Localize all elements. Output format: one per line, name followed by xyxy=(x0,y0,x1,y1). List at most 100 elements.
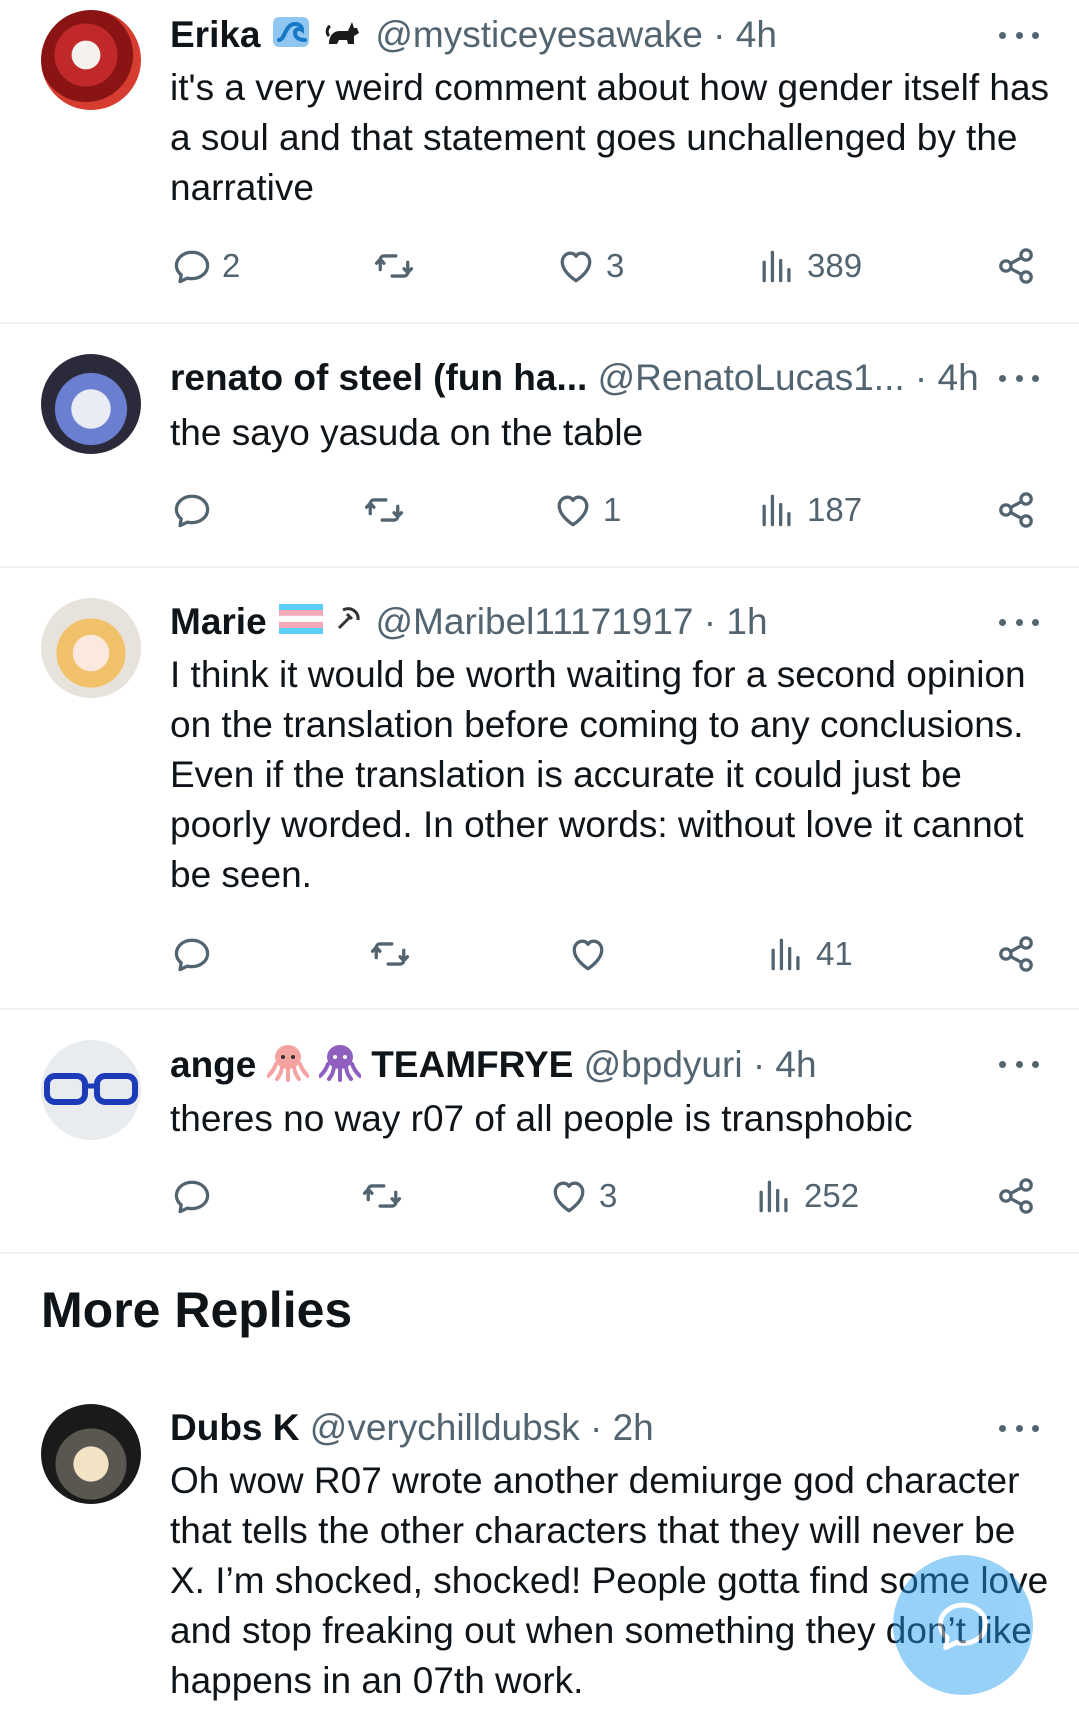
reply-text: the sayo yasuda on the table xyxy=(170,412,644,453)
retweet-icon xyxy=(362,488,406,532)
display-name[interactable]: Marie xyxy=(170,601,267,642)
heart-icon xyxy=(566,932,610,976)
views-button[interactable]: 252 xyxy=(752,1174,859,1218)
like-button[interactable]: 1 xyxy=(551,488,621,532)
more-replies-heading: More Replies xyxy=(41,1282,353,1338)
retweet-button[interactable] xyxy=(372,244,416,288)
view-count: 389 xyxy=(807,247,863,284)
octopus-pink-emoji xyxy=(265,1042,310,1092)
cat-emoji xyxy=(323,14,365,60)
more-options-button[interactable] xyxy=(999,356,1039,400)
action-bar: 41 xyxy=(0,932,1079,982)
user-handle[interactable]: @Maribel11171917 xyxy=(376,601,694,642)
user-handle[interactable]: @mysticeyesawake xyxy=(375,14,703,55)
timestamp[interactable]: · 4h xyxy=(915,357,979,398)
display-name-suffix[interactable]: TEAMFRYE xyxy=(371,1044,573,1085)
views-icon xyxy=(752,1174,796,1218)
like-count: 1 xyxy=(603,491,622,528)
more-dots-icon xyxy=(999,31,1006,39)
retweet-icon xyxy=(372,244,416,288)
reply-text: it's a very weird comment about how gend… xyxy=(170,67,1050,208)
avatar[interactable] xyxy=(41,1040,141,1140)
reply-button[interactable] xyxy=(170,488,222,532)
reply-button[interactable]: 2 xyxy=(170,244,240,288)
timestamp[interactable]: · 4h xyxy=(753,1044,817,1085)
like-button[interactable]: 3 xyxy=(554,244,624,288)
retweet-icon xyxy=(368,932,412,976)
display-name[interactable]: ange xyxy=(170,1044,256,1085)
timestamp[interactable]: · 2h xyxy=(590,1407,654,1448)
views-icon xyxy=(764,932,808,976)
avatar[interactable] xyxy=(41,10,141,110)
reply-item[interactable]: ange TEAMFRYE @bpdyuri · 4h theres no wa… xyxy=(0,1010,1079,1252)
octopus-purple-emoji xyxy=(317,1042,362,1092)
share-icon xyxy=(994,1174,1038,1218)
reply-text: I think it would be worth waiting for a … xyxy=(170,654,1026,895)
share-button[interactable] xyxy=(994,932,1038,976)
user-handle[interactable]: @RenatoLucas1... xyxy=(598,357,905,398)
more-options-button[interactable] xyxy=(999,600,1039,644)
retweet-button[interactable] xyxy=(362,488,406,532)
reply-header: ange TEAMFRYE @bpdyuri · 4h xyxy=(170,1042,979,1092)
more-dots-icon xyxy=(999,1424,1006,1432)
reply-item[interactable]: renato of steel (fun ha... @RenatoLucas1… xyxy=(0,324,1079,566)
display-name[interactable]: renato of steel (fun ha... xyxy=(170,357,587,398)
like-count: 3 xyxy=(606,247,625,284)
more-dots-icon xyxy=(999,374,1006,382)
user-handle[interactable]: @verychilldubsk xyxy=(310,1407,580,1448)
reply-button[interactable] xyxy=(170,932,222,976)
share-icon xyxy=(994,932,1038,976)
reply-icon xyxy=(170,1174,214,1218)
compose-icon xyxy=(937,1602,989,1651)
avatar[interactable] xyxy=(41,354,141,454)
views-button[interactable]: 389 xyxy=(755,244,862,288)
reply-header: Marie @Maribel11171917 · 1h xyxy=(170,600,979,646)
reply-count: 2 xyxy=(222,247,241,284)
retweet-button[interactable] xyxy=(360,1174,404,1218)
more-options-button[interactable] xyxy=(999,13,1039,57)
compose-button[interactable] xyxy=(893,1555,1033,1695)
heart-icon xyxy=(554,244,598,288)
trans-flag-emoji xyxy=(277,602,325,646)
more-options-button[interactable] xyxy=(999,1042,1039,1086)
hammer-sickle-emoji xyxy=(335,602,365,646)
more-options-button[interactable] xyxy=(999,1406,1039,1450)
action-bar: 1 187 xyxy=(0,488,1079,538)
like-button[interactable]: 3 xyxy=(547,1174,617,1218)
display-name[interactable]: Erika xyxy=(170,14,261,55)
reply-header: Erika @mysticeyesawake · 4h xyxy=(170,13,979,60)
share-button[interactable] xyxy=(994,1174,1038,1218)
divider xyxy=(0,1252,1079,1254)
share-button[interactable] xyxy=(994,244,1038,288)
views-icon xyxy=(755,244,799,288)
reply-button[interactable] xyxy=(170,1174,222,1218)
more-dots-icon xyxy=(999,618,1006,626)
action-bar: 2 3 389 xyxy=(0,244,1079,294)
avatar[interactable] xyxy=(41,1404,141,1504)
timestamp[interactable]: · 4h xyxy=(713,14,777,55)
view-count: 252 xyxy=(804,1177,860,1214)
reply-item[interactable]: Marie @Maribel11171917 · 1h I think it w… xyxy=(0,568,1079,1008)
avatar[interactable] xyxy=(41,598,141,698)
views-button[interactable]: 41 xyxy=(764,932,853,976)
heart-icon xyxy=(551,488,595,532)
display-name[interactable]: Dubs K xyxy=(170,1407,300,1448)
reply-icon xyxy=(170,488,214,532)
share-button[interactable] xyxy=(994,488,1038,532)
retweet-button[interactable] xyxy=(368,932,412,976)
share-icon xyxy=(994,488,1038,532)
views-icon xyxy=(755,488,799,532)
reply-icon xyxy=(170,244,214,288)
reply-item[interactable]: Erika @mysticeyesawake · 4h it's a very … xyxy=(0,0,1079,322)
more-dots-icon xyxy=(999,1060,1006,1068)
reply-text: theres no way r07 of all people is trans… xyxy=(170,1098,913,1139)
view-count: 41 xyxy=(816,935,853,972)
user-handle[interactable]: @bpdyuri xyxy=(584,1044,743,1085)
timestamp[interactable]: · 1h xyxy=(704,601,768,642)
reply-header: Dubs K @verychilldubsk · 2h xyxy=(170,1406,979,1450)
like-button[interactable] xyxy=(566,932,618,976)
share-icon xyxy=(994,244,1038,288)
views-button[interactable]: 187 xyxy=(755,488,862,532)
reply-icon xyxy=(170,932,214,976)
reply-header: renato of steel (fun ha... @RenatoLucas1… xyxy=(170,356,979,400)
